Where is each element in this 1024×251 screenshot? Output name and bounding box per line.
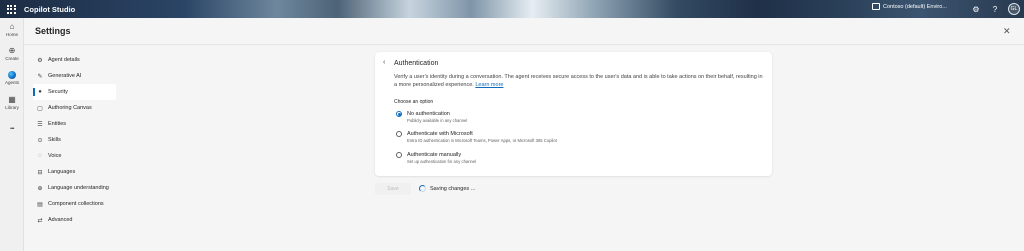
nav-item-agent-details[interactable]: ⚙ Agent details [33,52,116,68]
library-icon: ▦ [8,95,16,104]
nav-item-label: Security [48,89,68,95]
canvas-icon: ▢ [37,105,43,112]
rail-item-agents[interactable]: Agents [0,70,24,85]
nav-item-voice[interactable]: ◌ Voice [33,148,116,164]
environment-picker[interactable]: Contoso (default) Enviro... [872,3,947,10]
environment-icon [872,3,880,10]
option-description: Set up authentication for any channel [407,159,477,164]
nav-item-languages[interactable]: ⊟ Languages [33,164,116,180]
option-label: Authenticate manually [407,152,462,158]
choose-option-label: Choose an option [394,99,434,105]
back-button[interactable]: ‹ [383,59,385,66]
skills-icon: ⊙ [37,137,43,144]
nav-item-advanced[interactable]: ⇄ Advanced [33,212,116,228]
option-description: Entra ID authentication in Microsoft Tea… [407,138,557,143]
radio-unselected[interactable] [396,152,402,158]
authentication-description: Verify a user's identity during a conver… [394,73,764,89]
left-rail: ⌂ Home ⊕ Create Agents ▦ Library ••• [0,18,24,251]
nav-item-label: Voice [48,153,62,159]
nav-item-label: Authoring Canvas [48,105,92,111]
app-title[interactable]: Copilot Studio [24,5,75,14]
nav-item-component-collections[interactable]: ▤ Component collections [33,196,116,212]
page-title: Settings [35,26,71,36]
avatar-initials: GL [1010,6,1018,12]
rail-item-create[interactable]: ⊕ Create [0,46,24,61]
rail-item-label: Library [5,105,19,110]
plus-circle-icon: ⊕ [8,46,16,55]
nav-item-authoring-canvas[interactable]: ▢ Authoring Canvas [33,100,116,116]
chevron-left-icon: ‹ [383,59,386,66]
gear-icon: ⚙ [972,4,980,14]
sparkle-icon: ✎ [37,73,43,80]
save-button[interactable]: Save [375,183,411,195]
close-icon: ✕ [1003,26,1011,36]
option-authenticate-with-microsoft[interactable]: Authenticate with Microsoft Entra ID aut… [396,130,557,144]
settings-button[interactable]: ⚙ [970,3,982,15]
nav-item-label: Skills [48,137,61,143]
shield-icon: ● [38,89,42,95]
nav-item-generative-ai[interactable]: ✎ Generative AI [33,68,116,84]
more-icon: ••• [10,125,14,132]
nav-item-security[interactable]: ● Security [33,84,116,100]
nav-item-label: Agent details [48,57,80,63]
agents-icon [8,70,17,79]
nav-item-language-understanding[interactable]: ⊕ Language understanding [33,180,116,196]
close-button[interactable]: ✕ [1003,26,1011,37]
waffle-icon [6,4,16,14]
rail-item-label: Agents [4,80,19,85]
learn-more-link[interactable]: Learn more [475,82,503,88]
rail-item-label: Home [5,32,18,37]
nav-item-label: Advanced [48,217,73,223]
avatar[interactable]: GL [1008,3,1020,15]
languages-icon: ⊟ [37,169,43,176]
environment-label: Contoso (default) Enviro... [883,3,947,10]
voice-icon: ◌ [38,153,42,159]
option-label: Authenticate with Microsoft [407,131,473,137]
nav-item-label: Entities [48,121,67,127]
nav-item-label: Languages [48,169,76,175]
nav-item-skills[interactable]: ⊙ Skills [33,132,116,148]
header-divider [24,44,1024,45]
nav-item-label: Component collections [48,201,104,207]
nav-item-label: Language understanding [48,185,109,191]
app-launcher-button[interactable] [0,0,22,18]
description-text: Verify a user's identity during a conver… [394,74,763,88]
rail-item-label: Create [5,56,19,61]
home-icon: ⌂ [9,22,15,31]
option-label: No authentication [407,111,450,117]
advanced-icon: ⇄ [37,217,43,224]
language-understanding-icon: ⊕ [37,185,43,192]
help-icon: ? [992,4,998,14]
radio-unselected[interactable] [396,131,402,137]
nav-item-entities[interactable]: ☰ Entities [33,116,116,132]
nav-item-label: Generative AI [48,73,82,79]
settings-nav: ⚙ Agent details ✎ Generative AI ● Securi… [33,52,116,228]
rail-item-library[interactable]: ▦ Library [0,95,24,110]
entities-icon: ☰ [37,121,43,128]
radio-selected[interactable] [396,111,402,117]
option-description: Publicly available in any channel [407,118,468,123]
help-button[interactable]: ? [989,3,1001,15]
card-title: Authentication [394,60,439,67]
top-banner: Copilot Studio [0,0,1024,18]
gear-icon: ⚙ [37,57,43,64]
saving-status: Saving changes ... [430,186,476,192]
collections-icon: ▤ [37,201,43,208]
rail-item-home[interactable]: ⌂ Home [0,22,24,37]
option-no-authentication[interactable]: No authentication Publicly available in … [396,110,467,124]
option-authenticate-manually[interactable]: Authenticate manually Set up authenticat… [396,151,476,165]
rail-item-more[interactable]: ••• [0,124,24,133]
authentication-card: ‹ Authentication Verify a user's identit… [375,52,772,176]
spinner-icon [419,185,426,192]
